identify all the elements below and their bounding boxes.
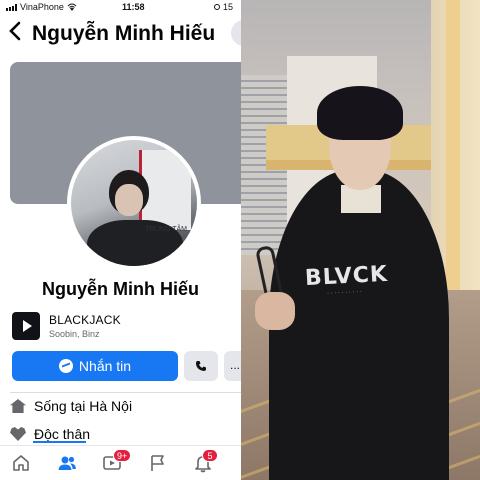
message-button-label: Nhắn tin: [78, 358, 132, 374]
photo-hand: [255, 292, 295, 330]
tab-friends[interactable]: [57, 453, 79, 473]
info-relationship-text: Độc thân: [34, 426, 91, 442]
tab-notifications[interactable]: 5: [193, 449, 218, 473]
chevron-left-icon: [9, 21, 21, 41]
video-badge: 9+: [113, 449, 132, 462]
photo-panel: BLVCK · · · · · · · · · ·: [241, 0, 480, 480]
photo-hoodie: [269, 170, 449, 480]
wifi-icon: [67, 3, 77, 11]
battery-level: 15: [223, 2, 234, 12]
profile-screen: VinaPhone 11:58 15 Nguyễn Minh Hiếu TRUN…: [0, 0, 241, 480]
messenger-icon: [58, 359, 73, 373]
page-title: Nguyễn Minh Hiếu: [32, 22, 216, 45]
profile-music[interactable]: BLACKJACK Soobin, Binz: [12, 312, 232, 342]
tab-home[interactable]: [11, 453, 33, 473]
photo-hair: [317, 86, 403, 140]
music-play-icon: [12, 312, 40, 340]
message-button[interactable]: Nhắn tin: [12, 351, 178, 381]
info-lives-in-text: Sống tại Hà Nội: [34, 398, 133, 414]
home-tab-icon: [13, 455, 29, 471]
clock: 11:58: [122, 2, 145, 12]
music-title: BLACKJACK: [49, 313, 121, 327]
status-bar: VinaPhone 11:58 15: [0, 0, 241, 14]
signal-icon: [6, 3, 17, 11]
active-underline: [33, 441, 86, 443]
status-right: 15: [214, 2, 233, 12]
divider: [10, 392, 241, 393]
back-button[interactable]: [8, 20, 22, 48]
search-button[interactable]: [231, 20, 241, 46]
tab-video[interactable]: 9+: [102, 449, 132, 473]
carrier-name: VinaPhone: [20, 2, 64, 12]
profile-name: Nguyễn Minh Hiếu: [42, 279, 199, 299]
carrier-group: VinaPhone: [6, 2, 77, 12]
home-icon: [10, 399, 26, 413]
flag-icon: [151, 455, 164, 471]
photo-shirt-text: BLVCK: [304, 261, 389, 292]
avatar-image: TRUNG TÂM: [71, 140, 197, 266]
call-button[interactable]: [184, 351, 218, 381]
tab-pages[interactable]: [148, 453, 170, 473]
avatar-sign-text: TRUNG TÂM: [145, 226, 187, 233]
photo-pillar: [446, 0, 460, 300]
notifications-badge: 5: [202, 449, 218, 462]
friends-icon: [58, 456, 76, 470]
music-artist: Soobin, Binz: [49, 329, 100, 339]
top-bar: Nguyễn Minh Hiếu: [0, 16, 241, 52]
info-lives-in: Sống tại Hà Nội: [10, 398, 132, 414]
location-icon: [214, 4, 220, 10]
heart-icon: [10, 427, 26, 441]
bottom-tab-bar: 9+ 5: [0, 445, 241, 480]
avatar-face: [115, 184, 143, 216]
avatar[interactable]: TRUNG TÂM: [67, 136, 201, 270]
info-relationship: Độc thân: [10, 426, 90, 442]
phone-icon: [196, 361, 206, 371]
portrait-photo: BLVCK · · · · · · · · · ·: [241, 0, 480, 480]
more-button[interactable]: ...: [224, 351, 241, 381]
